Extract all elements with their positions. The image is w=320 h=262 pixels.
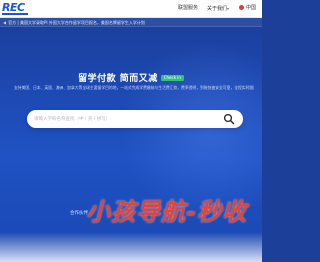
nav-item-about-label: 关于我们 bbox=[207, 6, 228, 12]
flag-icon bbox=[239, 4, 244, 10]
search-icon[interactable] bbox=[223, 113, 235, 125]
top-navbar: REC 联盟服务 关于我们▾ 中国 bbox=[0, 0, 262, 18]
language-selector[interactable]: 中国 bbox=[239, 4, 256, 13]
hero-heading: 留学付款 简而又减 Check in bbox=[0, 66, 262, 85]
nav-item-services[interactable]: 联盟服务 bbox=[178, 5, 198, 12]
announcement-text-wrap[interactable]: ◀ 官方 | 美国大学录取PI 外国大学合作留学项目报名，美国名牌留学生入学计划 bbox=[3, 19, 145, 26]
speaker-icon: ◀ bbox=[3, 20, 7, 25]
bottom-fade bbox=[0, 232, 262, 262]
watermark-overlay: 小孩导航-秒收 bbox=[86, 198, 247, 226]
nav-item-about[interactable]: 关于我们▾ bbox=[207, 5, 229, 13]
page: REC 联盟服务 关于我们▾ 中国 ◀ 官方 | 美国大学录取PI 外国大学合作留… bbox=[0, 0, 262, 262]
school-search-input[interactable] bbox=[34, 114, 214, 124]
announcement-text: 官方 | 美国大学录取PI 外国大学合作留学项目报名，美国名牌留学生入学计划 bbox=[8, 20, 145, 25]
logo-text: REC bbox=[2, 1, 25, 14]
hero-badge[interactable]: Check in bbox=[160, 75, 184, 81]
announcement-bar: ◀ 官方 | 美国大学录取PI 外国大学合作留学项目报名，美国名牌留学生入学计划 bbox=[0, 18, 262, 27]
hero-title: 留学付款 简而又减 bbox=[78, 74, 158, 84]
site-logo[interactable]: REC bbox=[2, 2, 32, 16]
school-search-box bbox=[27, 110, 243, 128]
logo-underline bbox=[2, 13, 28, 15]
hero-description: 支持美国、日本、英国、澳洲、加拿大等全球主要留学目的地，一站式完成学费缴纳与生活… bbox=[14, 85, 254, 90]
language-label: 中国 bbox=[246, 5, 257, 11]
chevron-down-icon: ▾ bbox=[227, 6, 230, 11]
